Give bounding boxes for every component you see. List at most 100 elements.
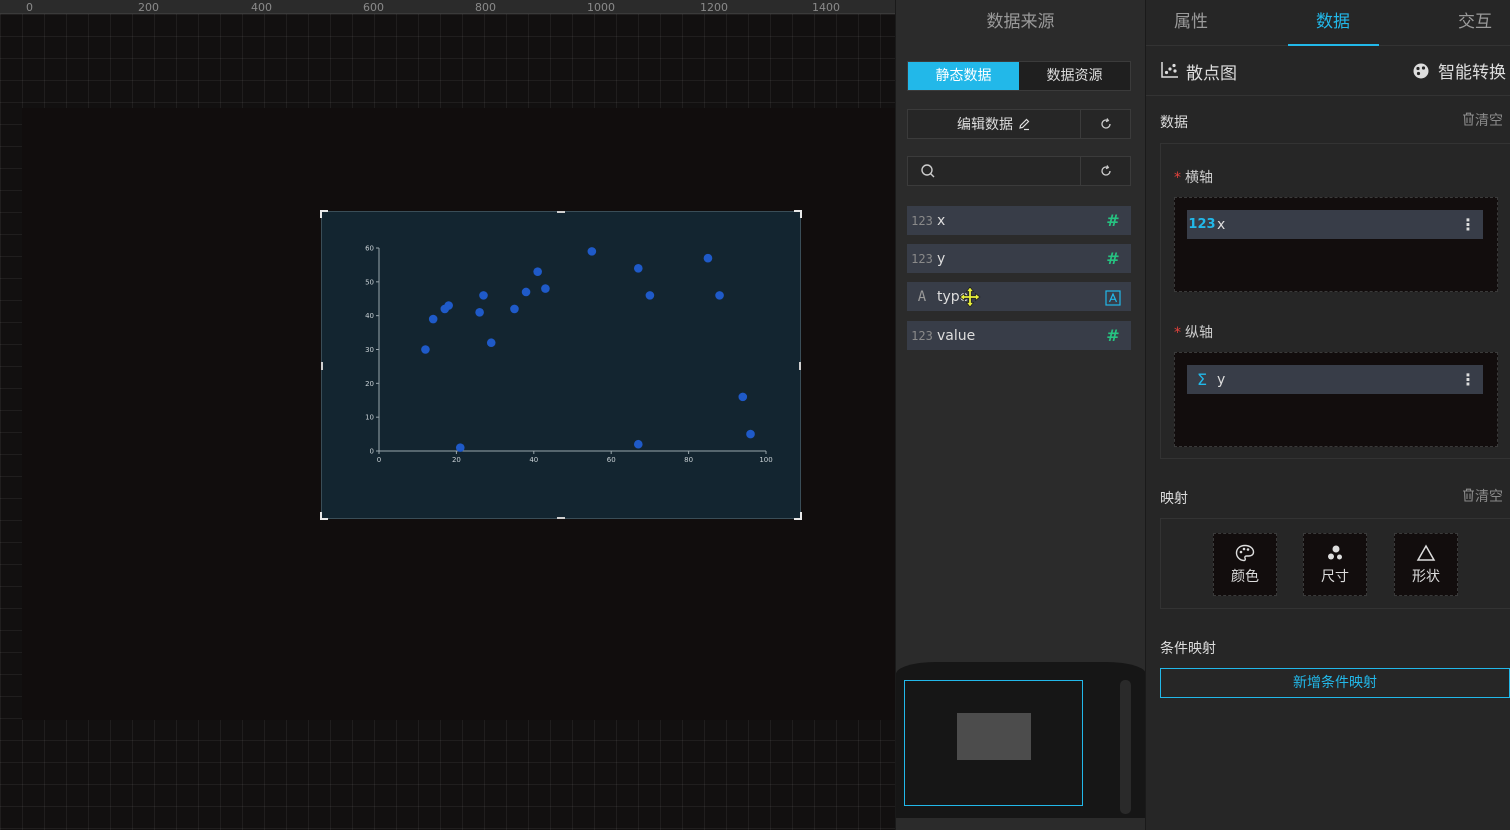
hash-icon: # [1106, 211, 1120, 230]
field-item-value[interactable]: 123 value # [907, 321, 1131, 350]
edit-data-button[interactable]: 编辑数据 [908, 110, 1081, 138]
smart-convert-label: 智能转换 [1438, 63, 1506, 83]
more-vertical-icon[interactable]: ⋮ [1453, 215, 1483, 234]
resize-handle-bottom[interactable] [557, 517, 565, 519]
y-tick-label: 20 [365, 380, 374, 388]
resize-handle-top-right[interactable] [794, 210, 802, 218]
ruler-label: 1000 [587, 1, 615, 14]
text-type-icon: A [917, 288, 927, 305]
shape-mapping-label: 形状 [1412, 568, 1440, 585]
tab-interaction[interactable]: 交互 [1458, 0, 1492, 46]
static-data-tab[interactable]: 静态数据 [908, 62, 1019, 90]
ruler-top: 0 200 400 600 800 1000 1200 1400 [0, 0, 895, 14]
tab-data[interactable]: 数据 [1316, 0, 1350, 46]
ruler-label: 800 [475, 1, 496, 14]
field-item-y[interactable]: 123 y # [907, 244, 1131, 273]
number-type-icon: 123 [911, 251, 933, 266]
scatter-chart-widget[interactable]: 0 20 40 60 80 100 0 10 20 30 40 50 60 [320, 210, 802, 520]
y-axis-drop-zone[interactable]: Σ y ⋮ [1174, 352, 1498, 447]
refresh-fields-button[interactable] [1081, 157, 1130, 185]
scatter-point [428, 314, 438, 324]
number-type-icon: 123 [1188, 217, 1216, 232]
scatter-point [715, 291, 724, 300]
x-axis-field[interactable]: 123 x ⋮ [1187, 210, 1483, 239]
x-axis-drop-zone[interactable]: 123 x ⋮ [1174, 197, 1498, 292]
size-mapping-button[interactable]: 尺寸 [1303, 533, 1367, 596]
field-name: x [937, 212, 946, 229]
more-vertical-icon[interactable]: ⋮ [1453, 370, 1483, 389]
resize-handle-bottom-left[interactable] [320, 512, 328, 520]
ruler-label: 1400 [812, 1, 840, 14]
clear-mapping-button[interactable]: 清空 [1462, 486, 1503, 506]
add-conditional-mapping-button[interactable]: 新增条件映射 [1160, 668, 1510, 698]
clear-label: 清空 [1475, 113, 1503, 129]
scatter-point [645, 291, 655, 300]
data-section-title: 数据 [1160, 115, 1188, 131]
data-resource-tab[interactable]: 数据资源 [1019, 62, 1130, 90]
minimap-viewport[interactable] [904, 680, 1083, 806]
scatter-point [541, 284, 550, 293]
resize-handle-left[interactable] [321, 362, 323, 370]
number-type-icon: 123 [911, 328, 933, 343]
search-icon [921, 164, 935, 178]
clear-label: 清空 [1475, 489, 1503, 505]
scatter-point [746, 429, 755, 439]
ruler-label: 0 [26, 1, 33, 14]
scatter-point [587, 247, 597, 256]
color-mapping-button[interactable]: 颜色 [1213, 533, 1277, 596]
scatter-point [421, 345, 430, 354]
field-name: y [937, 250, 946, 267]
text-field-icon [1095, 287, 1131, 306]
scatter-point [533, 267, 542, 276]
x-axis-label: * 横轴 [1174, 170, 1213, 186]
trash-icon [1463, 488, 1474, 502]
color-mapping-label: 颜色 [1231, 568, 1259, 585]
minimap[interactable] [896, 662, 1146, 818]
sum-icon: Σ [1196, 370, 1208, 389]
y-axis-label: * 纵轴 [1174, 325, 1213, 341]
number-type-icon: 123 [911, 213, 933, 228]
scatter-chart: 0 20 40 60 80 100 0 10 20 30 40 50 60 [365, 245, 773, 465]
minimap-chart-thumbnail [957, 713, 1031, 760]
scatter-point [703, 253, 713, 263]
scatter-point [510, 304, 519, 314]
config-tabs: 属性 数据 交互 [1146, 0, 1510, 46]
shape-mapping-button[interactable]: 形状 [1394, 533, 1458, 596]
ruler-label: 400 [251, 1, 272, 14]
bubbles-icon [1328, 545, 1342, 559]
ruler-label: 1200 [700, 1, 728, 14]
scatter-point [475, 307, 484, 317]
chart-type-label: 散点图 [1186, 64, 1237, 84]
move-cursor-icon [959, 286, 981, 308]
refresh-data-button[interactable] [1081, 110, 1130, 138]
minimap-scrollbar[interactable] [1120, 680, 1131, 814]
canvas-area[interactable]: 0 200 400 600 800 1000 1200 1400 0 20 40 60… [0, 0, 895, 830]
datasource-mode-switch: 静态数据 数据资源 [907, 61, 1131, 91]
x-tick-label: 20 [452, 456, 461, 464]
axis-config-box: * 横轴 123 x ⋮ * 纵轴 Σ y ⋮ [1160, 143, 1510, 459]
scatter-point [521, 287, 531, 297]
hash-icon: # [1106, 326, 1120, 345]
y-tick-label: 40 [365, 312, 374, 320]
clear-data-button[interactable]: 清空 [1462, 110, 1503, 130]
field-item-x[interactable]: 123 x # [907, 206, 1131, 235]
resize-handle-right[interactable] [799, 362, 801, 370]
y-axis-field[interactable]: Σ y ⋮ [1187, 365, 1483, 394]
field-name: value [937, 327, 976, 344]
config-panel: 属性 数据 交互 散点图 智能转换 数据 清空 * 横轴 123 x ⋮ * 纵… [1145, 0, 1510, 830]
mapping-section-title: 映射 [1160, 491, 1188, 507]
datasource-title: 数据来源 [986, 12, 1055, 32]
scatter-point [633, 264, 643, 273]
scatter-chart-icon [1161, 62, 1178, 78]
resize-handle-top[interactable] [557, 211, 565, 213]
ruler-label: 600 [363, 1, 384, 14]
field-search-input[interactable] [908, 157, 1081, 185]
smart-convert-button[interactable]: 智能转换 [1412, 58, 1506, 83]
field-name: y [1217, 371, 1226, 388]
resize-handle-bottom-right[interactable] [794, 512, 802, 520]
y-tick-label: 10 [365, 414, 374, 422]
tab-properties[interactable]: 属性 [1174, 0, 1208, 46]
field-item-type[interactable]: A type [907, 282, 1131, 311]
field-name: x [1217, 216, 1226, 233]
resize-handle-top-left[interactable] [320, 210, 328, 218]
